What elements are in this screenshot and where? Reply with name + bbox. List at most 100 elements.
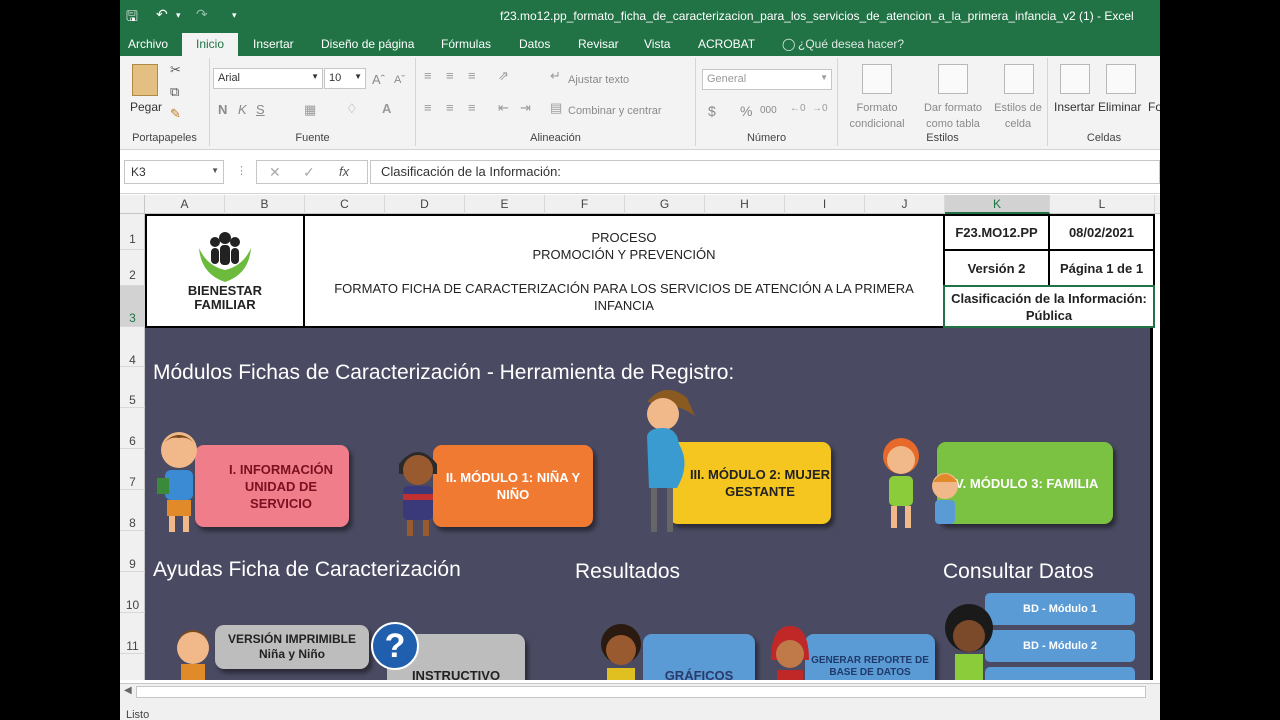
select-all-button[interactable] <box>120 195 145 214</box>
delete-cells-button[interactable]: Eliminar <box>1098 100 1141 114</box>
btn-version-imprimible[interactable]: VERSIÓN IMPRIMIBLE Niña y Niño <box>215 625 369 669</box>
btn-informacion-unidad[interactable]: I. INFORMACIÓN UNIDAD DE SERVICIO <box>195 445 349 527</box>
column-header-k[interactable]: K <box>945 195 1050 214</box>
row-header-11[interactable]: 11 <box>120 613 145 654</box>
undo-dropdown-icon[interactable]: ▾ <box>176 10 181 21</box>
name-box[interactable]: K3 ▼ <box>124 160 224 184</box>
column-header-d[interactable]: D <box>385 195 465 214</box>
number-format-combo[interactable]: General ▼ <box>702 69 832 90</box>
redo-icon[interactable]: ↷ <box>196 6 208 23</box>
row-header-1[interactable]: 1 <box>120 214 145 250</box>
column-header-g[interactable]: G <box>625 195 705 214</box>
align-bottom-icon[interactable]: ≡ <box>468 68 476 83</box>
cell-styles-button[interactable]: Estilos de celda <box>988 100 1048 132</box>
tab-inicio[interactable]: Inicio <box>182 33 239 56</box>
btn-generar-reporte[interactable]: GENERAR REPORTE DE BASE DE DATOS <box>805 634 935 680</box>
grow-font-icon[interactable]: Aˆ <box>372 72 385 87</box>
row-header-4[interactable]: 4 <box>120 327 145 367</box>
insert-cells-button[interactable]: Insertar <box>1054 100 1095 114</box>
enter-icon[interactable]: ✓ <box>303 164 315 181</box>
column-header-b[interactable]: B <box>225 195 305 214</box>
orientation-icon[interactable]: ⇗ <box>498 68 509 84</box>
code-cell[interactable]: F23.MO12.PP <box>943 214 1050 251</box>
align-top-icon[interactable]: ≡ <box>424 68 432 83</box>
underline-button[interactable]: S <box>256 102 265 117</box>
date-cell[interactable]: 08/02/2021 <box>1048 214 1155 251</box>
row-header-10[interactable]: 10 <box>120 572 145 613</box>
tab-diseno-pagina[interactable]: Diseño de página <box>321 37 414 51</box>
tab-revisar[interactable]: Revisar <box>578 37 619 51</box>
column-header-h[interactable]: H <box>705 195 785 214</box>
format-cells-button[interactable]: Fo <box>1148 100 1160 114</box>
align-middle-icon[interactable]: ≡ <box>446 68 454 83</box>
btn-modulo1-nina-nino[interactable]: II. MÓDULO 1: NIÑA Y NIÑO <box>433 445 593 527</box>
row-header-9[interactable]: 9 <box>120 531 145 572</box>
worksheet[interactable]: BIENESTAR FAMILIAR PROCESO PROMOCIÓN Y P… <box>145 214 1160 680</box>
paste-button[interactable]: Pegar <box>130 100 162 114</box>
cut-icon[interactable]: ✂ <box>170 62 181 78</box>
tab-archivo[interactable]: Archivo <box>128 37 168 51</box>
currency-button[interactable]: $ <box>708 103 716 119</box>
paste-icon[interactable] <box>132 64 158 96</box>
btn-bd-modulo2[interactable]: BD - Módulo 2 <box>985 630 1135 662</box>
borders-icon[interactable]: ▦ <box>304 102 316 118</box>
customize-toolbar-icon[interactable]: ▾ <box>232 10 237 21</box>
font-name-combo[interactable]: Arial ▼ <box>213 68 323 89</box>
cancel-icon[interactable]: ✕ <box>269 164 281 181</box>
align-left-icon[interactable]: ≡ <box>424 100 432 115</box>
merge-icon[interactable]: ▤ <box>550 100 562 116</box>
tab-vista[interactable]: Vista <box>644 37 670 51</box>
formula-input[interactable]: Clasificación de la Información: <box>370 160 1160 184</box>
insert-function-icon[interactable]: fx <box>339 164 349 179</box>
tell-me-search[interactable]: ¿Qué desea hacer? <box>798 37 904 51</box>
btn-bd-modulo1[interactable]: BD - Módulo 1 <box>985 593 1135 625</box>
shrink-font-icon[interactable]: Aˇ <box>394 74 405 86</box>
fill-color-icon[interactable]: ♢ <box>346 101 358 117</box>
column-header-l[interactable]: L <box>1050 195 1155 214</box>
btn-bd-modulo3[interactable] <box>985 667 1135 680</box>
row-header-7[interactable]: 7 <box>120 449 145 490</box>
scroll-left-icon[interactable]: ◀ <box>124 685 132 696</box>
font-color-icon[interactable]: A <box>382 101 391 116</box>
wrap-text-button[interactable]: Ajustar texto <box>568 74 629 86</box>
page-cell[interactable]: Página 1 de 1 <box>1048 249 1155 287</box>
column-header-c[interactable]: C <box>305 195 385 214</box>
column-header-j[interactable]: J <box>865 195 945 214</box>
conditional-format-button[interactable]: Formato condicional <box>840 100 914 132</box>
help-icon[interactable]: ? <box>371 622 419 670</box>
percent-button[interactable]: % <box>740 103 752 119</box>
row-header-8[interactable]: 8 <box>120 490 145 531</box>
horizontal-scrollbar[interactable]: ◀ <box>120 683 1160 700</box>
bold-button[interactable]: N <box>218 102 227 117</box>
increase-indent-icon[interactable]: ⇥ <box>520 100 531 116</box>
thousands-button[interactable]: 000 <box>760 105 777 116</box>
undo-icon[interactable]: ↶ <box>156 6 168 23</box>
wrap-text-icon[interactable]: ↵ <box>550 68 561 84</box>
format-table-button[interactable]: Dar formato como tabla <box>916 100 990 132</box>
row-header-5[interactable]: 5 <box>120 367 145 408</box>
column-header-a[interactable]: A <box>145 195 225 214</box>
classification-cell[interactable]: Clasificación de la Información: Pública <box>943 285 1155 328</box>
tab-acrobat[interactable]: ACROBAT <box>698 37 755 51</box>
save-icon[interactable]: 🖫 <box>126 6 138 30</box>
tab-datos[interactable]: Datos <box>519 37 550 51</box>
row-header-6[interactable]: 6 <box>120 408 145 449</box>
decrease-decimal-icon[interactable]: →0 <box>812 103 828 114</box>
scrollbar-track[interactable] <box>136 686 1146 698</box>
increase-decimal-icon[interactable]: ←0 <box>790 103 806 114</box>
tab-insertar[interactable]: Insertar <box>253 37 294 51</box>
copy-icon[interactable]: ⧉ <box>170 84 179 100</box>
column-header-e[interactable]: E <box>465 195 545 214</box>
column-header-i[interactable]: I <box>785 195 865 214</box>
tab-formulas[interactable]: Fórmulas <box>441 37 491 51</box>
format-painter-icon[interactable]: ✎ <box>170 106 181 122</box>
btn-graficos[interactable]: GRÁFICOS <box>643 634 755 680</box>
version-cell[interactable]: Versión 2 <box>943 249 1050 287</box>
column-header-f[interactable]: F <box>545 195 625 214</box>
row-header-2[interactable]: 2 <box>120 250 145 286</box>
align-right-icon[interactable]: ≡ <box>468 100 476 115</box>
align-center-icon[interactable]: ≡ <box>446 100 454 115</box>
merge-center-button[interactable]: Combinar y centrar <box>568 105 662 117</box>
decrease-indent-icon[interactable]: ⇤ <box>498 100 509 116</box>
italic-button[interactable]: K <box>238 102 247 117</box>
